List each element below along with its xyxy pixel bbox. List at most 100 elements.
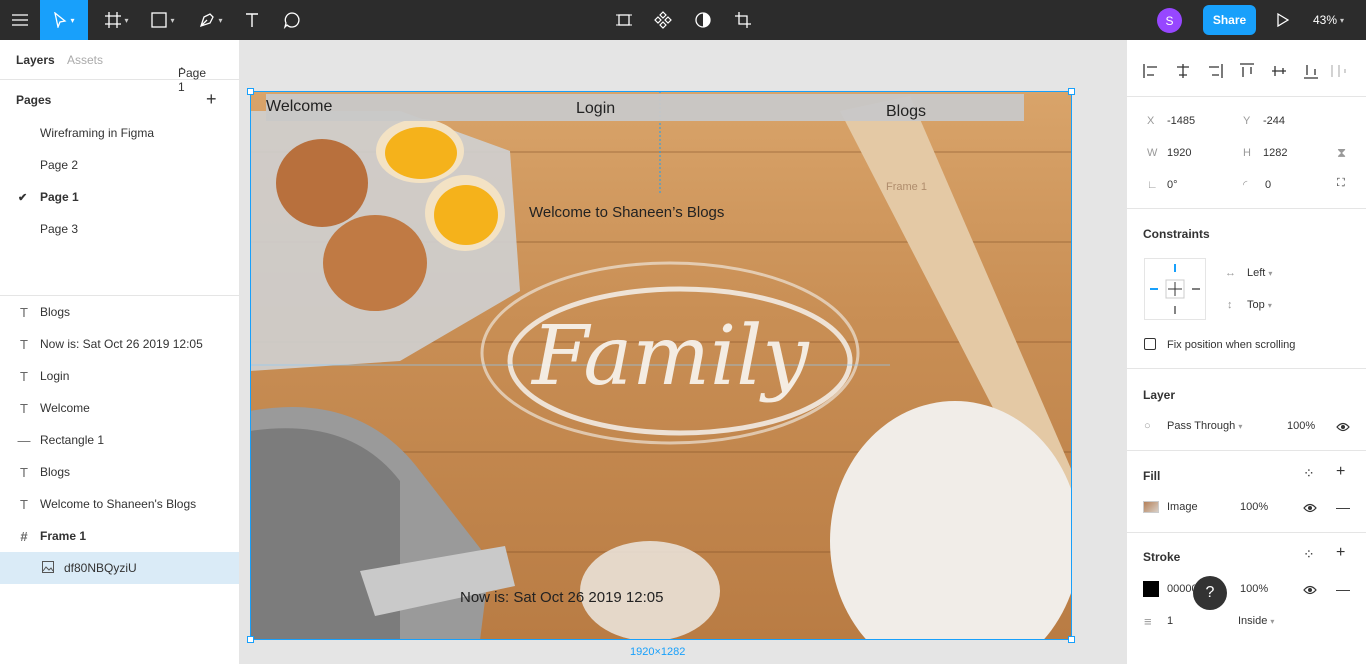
horizontal-constraint-value: Left <box>1247 267 1266 279</box>
component-icon <box>654 11 672 29</box>
eye-icon[interactable] <box>1303 585 1317 595</box>
shape-tool-button[interactable]: ▾ <box>146 0 180 40</box>
add-page-icon[interactable]: + <box>206 89 217 110</box>
independent-corners-icon[interactable]: ⛶ <box>1337 177 1345 190</box>
eye-icon[interactable] <box>1336 422 1350 432</box>
text-icon: T <box>20 464 28 480</box>
layer-label: Blogs <box>40 465 71 479</box>
stroke-color-swatch[interactable] <box>1143 581 1159 597</box>
crop-button[interactable] <box>731 0 755 40</box>
rotation-input[interactable]: 0° <box>1167 179 1178 191</box>
stroke-weight-input[interactable]: 1 <box>1167 615 1173 627</box>
chevron-down-icon: ▾ <box>1270 617 1275 626</box>
layer-label: Login <box>40 369 70 383</box>
vertical-constraint-icon: ↕ <box>1227 299 1233 311</box>
fill-opacity-input[interactable]: 100% <box>1240 501 1268 513</box>
vertical-constraint-dropdown[interactable]: Top ▾ <box>1247 299 1272 311</box>
add-fill-icon[interactable]: + <box>1336 463 1345 481</box>
fix-position-checkbox[interactable] <box>1144 338 1156 350</box>
pages-heading: Pages <box>16 93 52 107</box>
layer-item[interactable]: T Blogs <box>0 456 239 488</box>
help-button[interactable]: ? <box>1193 576 1227 610</box>
layer-item-selected[interactable]: df80NBQyziU <box>0 552 239 584</box>
y-input[interactable]: -244 <box>1263 115 1285 127</box>
stroke-position-dropdown[interactable]: Inside ▾ <box>1238 615 1274 627</box>
frame-1[interactable]: Welcome Login Blogs Frame 1 Welcome to S… <box>250 91 1072 640</box>
create-component-button[interactable] <box>651 0 675 40</box>
remove-fill-icon[interactable]: — <box>1336 499 1350 515</box>
layer-item[interactable]: T Now is: Sat Oct 26 2019 12:05 <box>0 328 239 360</box>
fill-type[interactable]: Image <box>1167 501 1198 513</box>
crop-icon <box>735 12 751 28</box>
move-tool-button[interactable]: ▾ <box>40 0 88 40</box>
h-input[interactable]: 1282 <box>1263 147 1287 159</box>
constrain-proportions-icon[interactable]: ⧗ <box>1337 145 1346 161</box>
page-item[interactable]: Wireframing in Figma <box>0 117 240 149</box>
frame-icon: # <box>20 528 28 544</box>
pen-tool-button[interactable]: ▾ <box>194 0 228 40</box>
page-item-selected[interactable]: ✔ Page 1 <box>0 181 240 213</box>
remove-stroke-icon[interactable]: — <box>1336 581 1350 597</box>
contrast-icon <box>695 12 711 28</box>
mask-button[interactable] <box>691 0 715 40</box>
share-button[interactable]: Share <box>1203 5 1256 35</box>
layer-item[interactable]: T Blogs <box>0 296 239 328</box>
stroke-position-value: Inside <box>1238 615 1268 627</box>
page-item[interactable]: Page 2 <box>0 149 240 181</box>
blend-mode-dropdown[interactable]: Pass Through ▾ <box>1167 420 1242 432</box>
component-frame-button[interactable] <box>612 0 636 40</box>
layer-item[interactable]: T Welcome <box>0 392 239 424</box>
image-fill-swatch[interactable] <box>1143 501 1159 513</box>
style-grid-icon[interactable]: ⁘ <box>1303 546 1315 563</box>
layer-item[interactable]: T Login <box>0 360 239 392</box>
stroke-opacity-input[interactable]: 100% <box>1240 583 1268 595</box>
frame-login-text[interactable]: Login <box>576 100 615 118</box>
resize-handle[interactable] <box>247 88 254 95</box>
frame-welcome-text[interactable]: Welcome <box>266 98 332 116</box>
zoom-dropdown[interactable]: 43% ▾ <box>1313 0 1344 40</box>
layer-item-frame[interactable]: # Frame 1 <box>0 520 239 552</box>
resize-handle[interactable] <box>1068 88 1075 95</box>
layer-opacity-input[interactable]: 100% <box>1287 420 1315 432</box>
frame-heading-text[interactable]: Welcome to Shaneen’s Blogs <box>529 204 724 221</box>
x-label: X <box>1147 115 1155 127</box>
flour-lettering: Family <box>532 309 809 404</box>
add-stroke-icon[interactable]: + <box>1336 544 1345 562</box>
w-input[interactable]: 1920 <box>1167 147 1191 159</box>
canvas[interactable]: Welcome Login Blogs Frame 1 Welcome to S… <box>240 40 1126 664</box>
resize-handle[interactable] <box>1068 636 1075 643</box>
layer-item[interactable]: — Rectangle 1 <box>0 424 239 456</box>
main-menu-icon[interactable] <box>0 0 40 40</box>
chevron-up-icon: ⌃ <box>178 66 186 76</box>
eye-icon[interactable] <box>1303 503 1317 513</box>
present-button[interactable] <box>1272 0 1294 40</box>
rotation-icon: ∟ <box>1147 179 1158 191</box>
resize-handle[interactable] <box>247 636 254 643</box>
frame-icon <box>105 12 122 28</box>
style-grid-icon[interactable]: ⁘ <box>1303 465 1315 482</box>
frame-name-label: Frame 1 <box>886 181 927 193</box>
comment-tool-button[interactable] <box>280 0 304 40</box>
play-icon <box>1277 13 1289 27</box>
x-input[interactable]: -1485 <box>1167 115 1195 127</box>
stroke-weight-icon: ≡ <box>1144 614 1152 629</box>
tab-layers[interactable]: Layers <box>16 53 55 67</box>
constraints-widget[interactable] <box>1144 258 1206 320</box>
layer-label: Now is: Sat Oct 26 2019 12:05 <box>40 337 203 351</box>
stroke-heading: Stroke <box>1143 550 1181 564</box>
frame-blogs-text[interactable]: Blogs <box>886 103 926 121</box>
vertical-constraint-value: Top <box>1247 299 1265 311</box>
radius-input[interactable]: 0 <box>1265 179 1271 191</box>
text-tool-button[interactable] <box>240 0 264 40</box>
layer-item[interactable]: T Welcome to Shaneen's Blogs <box>0 488 239 520</box>
tab-assets[interactable]: Assets <box>67 53 103 67</box>
layer-label: Frame 1 <box>40 529 87 543</box>
chevron-down-icon: ▾ <box>1267 301 1272 310</box>
frame-now-text[interactable]: Now is: Sat Oct 26 2019 12:05 <box>460 589 663 606</box>
user-avatar[interactable]: S <box>1157 8 1182 33</box>
toolbar: ▾ ▾ ▾ ▾ S Share 43% ▾ <box>0 0 1366 40</box>
frame-tool-button[interactable]: ▾ <box>100 0 134 40</box>
page-item[interactable]: Page 3 <box>0 213 240 245</box>
horizontal-constraint-dropdown[interactable]: Left ▾ <box>1247 267 1272 279</box>
text-icon: T <box>20 368 28 384</box>
